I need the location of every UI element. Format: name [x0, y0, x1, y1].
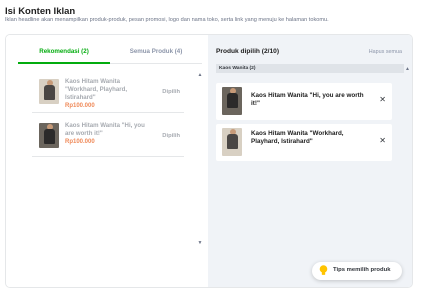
- selected-product-card: Kaos Hitam Wanita "Workhard, Playhard, I…: [216, 124, 392, 161]
- scroll-up-icon[interactable]: ▲: [405, 66, 410, 72]
- tab-recommendations[interactable]: Rekomendasi (2): [18, 44, 110, 64]
- product-tabs: Rekomendasi (2) Semua Produk (4): [18, 44, 202, 64]
- product-row[interactable]: Kaos Hitam Wanita "Workhard, Playhard, I…: [32, 75, 184, 113]
- remove-product-icon[interactable]: ✕: [379, 95, 386, 104]
- product-price: Rp100.000: [65, 139, 95, 145]
- product-thumbnail: [222, 128, 242, 156]
- product-name: Kaos Hitam Wanita "Workhard, Playhard, I…: [65, 78, 128, 101]
- product-thumbnail: [39, 123, 59, 148]
- product-thumbnail: [222, 87, 242, 115]
- selected-status: Dipilih: [162, 133, 180, 139]
- tips-label: Tips memilih produk: [333, 267, 391, 273]
- selected-product-name: Kaos Hitam Wanita "Workhard, Playhard, I…: [251, 130, 344, 145]
- product-price: Rp100.000: [65, 103, 95, 109]
- product-name: Kaos Hitam Wanita "Hi, you are worth it!…: [65, 122, 145, 137]
- category-group-header: Kaos Wanita (2): [216, 64, 404, 73]
- content-panel: Rekomendasi (2) Semua Produk (4) Kaos Hi…: [5, 34, 413, 288]
- selected-status: Dipilih: [162, 89, 180, 95]
- product-picker: Rekomendasi (2) Semua Produk (4) Kaos Hi…: [6, 35, 208, 287]
- product-row[interactable]: Kaos Hitam Wanita "Hi, you are worth it!…: [32, 119, 184, 157]
- product-list: Kaos Hitam Wanita "Workhard, Playhard, I…: [18, 71, 196, 285]
- scroll-down-icon[interactable]: ▼: [197, 240, 203, 246]
- page-title: Isi Konten Iklan: [5, 6, 76, 17]
- selected-products-title: Produk dipilih (2/10): [216, 48, 280, 55]
- selected-products-panel: Produk dipilih (2/10) Hapus semua Kaos W…: [208, 35, 412, 287]
- product-thumbnail: [39, 79, 59, 104]
- remove-product-icon[interactable]: ✕: [379, 136, 386, 145]
- tips-button[interactable]: Tips memilih produk: [312, 262, 402, 280]
- selected-product-name: Kaos Hitam Wanita "Hi, you are worth it!…: [251, 92, 364, 107]
- selected-product-card: Kaos Hitam Wanita "Hi, you are worth it!…: [216, 83, 392, 120]
- tab-all-products[interactable]: Semua Produk (4): [110, 44, 202, 64]
- page-subtitle: Iklan headline akan menampilkan produk-p…: [5, 17, 329, 23]
- clear-all-button[interactable]: Hapus semua: [369, 49, 402, 55]
- lightbulb-icon: [319, 265, 328, 275]
- scroll-up-icon[interactable]: ▲: [197, 72, 203, 78]
